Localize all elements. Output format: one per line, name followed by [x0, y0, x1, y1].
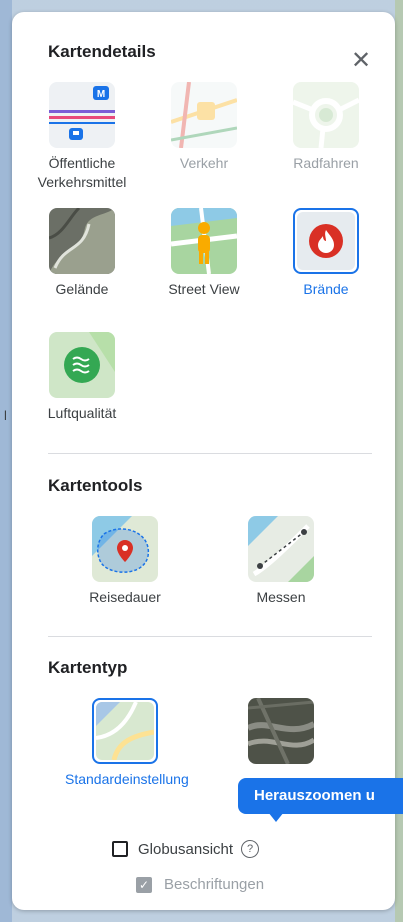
terrain-icon — [49, 208, 115, 274]
map-type-default[interactable]: Standardeinstellung — [65, 698, 189, 789]
tooltip-arrow — [268, 812, 284, 822]
tool-travel-time-label: Reisedauer — [89, 589, 161, 605]
fire-icon — [293, 208, 359, 274]
detail-terrain-label: Gelände — [55, 281, 109, 297]
labels-label: Beschriftungen — [164, 876, 265, 893]
satellite-icon — [248, 698, 314, 764]
detail-traffic-label: Verkehr — [179, 155, 229, 171]
detail-fires[interactable]: Brände — [266, 208, 386, 299]
measure-icon — [248, 516, 314, 582]
tool-travel-time[interactable]: Reisedauer — [65, 516, 185, 607]
globe-view-label: Globusansicht — [138, 840, 234, 858]
map-edge-left — [0, 0, 12, 922]
divider — [48, 453, 372, 454]
traffic-icon — [171, 82, 237, 148]
map-type-satellite[interactable] — [221, 698, 341, 764]
labels-toggle: ✓ Beschriftungen — [136, 876, 264, 893]
tool-measure[interactable]: Messen — [221, 516, 341, 607]
help-icon[interactable]: ? — [241, 840, 260, 858]
detail-fires-label: Brände — [303, 281, 349, 297]
detail-terrain[interactable]: Gelände — [22, 208, 142, 299]
map-type-title: Kartentyp — [48, 658, 128, 677]
detail-transit-label: Öffentliche Verkehrsmittel — [37, 155, 127, 190]
panel-title: Kartendetails — [48, 42, 156, 61]
zoom-out-tooltip: Herauszoomen u — [238, 778, 403, 814]
labels-checkbox: ✓ — [136, 876, 152, 893]
street-view-icon — [171, 208, 237, 274]
travel-time-icon — [92, 516, 158, 582]
detail-bicycle[interactable]: Radfahren — [266, 82, 386, 173]
svg-text:M: M — [97, 89, 105, 100]
bicycle-icon — [293, 82, 359, 148]
detail-traffic[interactable]: Verkehr — [144, 82, 264, 173]
map-type-default-label: Standardeinstellung — [65, 771, 189, 787]
detail-air-quality[interactable]: Luftqualität — [22, 332, 142, 423]
globe-view-checkbox[interactable] — [112, 841, 128, 857]
map-fragment-text: l — [4, 408, 7, 423]
detail-street-view[interactable]: Street View — [144, 208, 264, 299]
globe-view-toggle[interactable]: Globusansicht ? — [112, 840, 260, 858]
detail-bicycle-label: Radfahren — [293, 155, 359, 171]
map-details-panel: Kartendetails ✕ M Öffentliche Verkehrsmi… — [12, 12, 395, 910]
air-quality-icon — [49, 332, 115, 398]
tool-measure-label: Messen — [256, 589, 306, 605]
transit-icon: M — [49, 82, 115, 148]
close-button[interactable]: ✕ — [350, 49, 372, 73]
detail-air-quality-label: Luftqualität — [47, 405, 117, 421]
divider — [48, 636, 372, 637]
detail-transit[interactable]: M Öffentliche Verkehrsmittel — [22, 82, 142, 192]
default-map-icon — [92, 698, 158, 764]
detail-street-view-label: Street View — [168, 281, 240, 297]
tools-title: Kartentools — [48, 476, 143, 495]
